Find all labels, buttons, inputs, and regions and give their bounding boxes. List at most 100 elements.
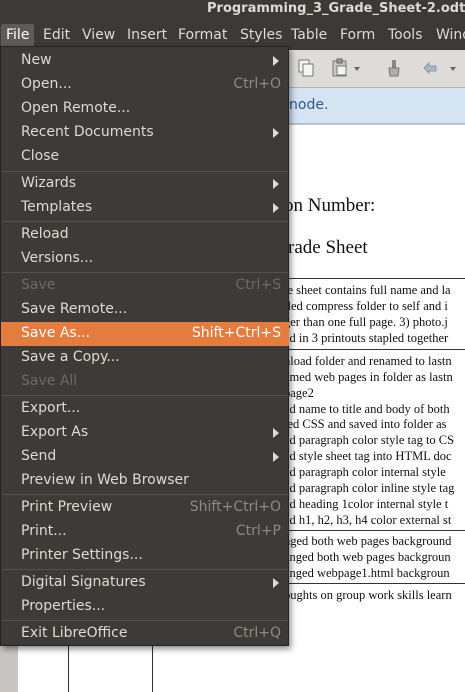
menu-item-label: Recent Documents [21,124,154,140]
doc-line: anged both web pages backgroun [284,550,451,564]
menu-item-label: Digital Signatures [21,574,146,590]
table-rule [270,349,465,350]
menu-item-recent-documents[interactable]: Recent Documents [1,121,289,145]
menu-item-label: Save [21,277,56,293]
menu-separator [2,494,288,495]
paste-icon[interactable] [330,58,350,78]
menu-file[interactable]: File [1,24,35,46]
menu-item-shortcut: Ctrl+S [235,277,281,293]
menu-item-save: Save Ctrl+S [1,274,289,298]
doc-line: ed h1, h2, h3, h4 color external st [284,513,452,527]
submenu-arrow-icon [273,578,279,588]
file-menu: New Open... Ctrl+O Open Remote... Recent… [0,46,289,646]
menu-item-print-preview[interactable]: Print Preview Shift+Ctrl+O [1,496,289,520]
title-bar: Programming_3_Grade_Sheet-2.odt ( [0,0,465,20]
menu-item-save-as[interactable]: Save As... Shift+Ctrl+S [1,322,289,346]
undo-dropdown-icon[interactable] [448,58,458,78]
menu-separator [2,272,288,273]
menu-item-label: Export... [21,400,81,416]
menu-item-templates[interactable]: Templates [1,196,289,220]
doc-line: anged webpage1.html backgroun [284,566,450,580]
infobar-text: node. [289,97,329,113]
doc-line: nload folder and renamed to lastn [284,354,452,368]
menu-item-shortcut: Shift+Ctrl+S [191,325,281,341]
menu-item-label: Wizards [21,175,77,191]
menu-item-label: Exit LibreOffice [21,625,128,641]
paste-dropdown-icon[interactable] [352,58,362,78]
menu-item-label: Print Preview [21,499,113,515]
doc-line: oughts on group work skills learn [284,588,452,602]
menu-item-exit-libreoffice[interactable]: Exit LibreOffice Ctrl+Q [1,622,289,646]
menu-separator [2,395,288,396]
menu-item-reload[interactable]: Reload [1,223,289,247]
doc-line: ted CSS and saved into folder as [284,417,447,431]
menu-item-print[interactable]: Print... Ctrl+P [1,520,289,544]
doc-heading-grade-sheet: rade Sheet [288,237,368,258]
menu-view[interactable]: View [77,24,120,46]
menu-item-label: New [21,52,52,68]
menu-item-label: Save Remote... [21,301,128,317]
doc-line: iled compress folder to self and i [284,299,448,313]
menu-item-printer-settings[interactable]: Printer Settings... [1,544,289,568]
doc-line: ed paragraph color internal style [284,465,446,479]
menu-form[interactable]: Form [335,24,380,46]
menu-item-label: Print... [21,523,67,539]
menu-item-open[interactable]: Open... Ctrl+O [1,73,289,97]
table-rule [270,530,465,531]
doc-line: ger than one full page. 3) photo.j [284,315,448,329]
menu-styles[interactable]: Styles [235,24,287,46]
menu-window[interactable]: Wind [431,24,465,46]
table-rule [270,583,465,584]
submenu-arrow-icon [273,128,279,138]
menu-edit[interactable]: Edit [38,24,75,46]
menu-item-label: Save All [21,373,78,389]
menu-item-send[interactable]: Send [1,445,289,469]
menu-table[interactable]: Table [286,24,332,46]
menu-item-open-remote[interactable]: Open Remote... [1,97,289,121]
copy-icon[interactable] [296,58,316,78]
menu-item-export[interactable]: Export... [1,397,289,421]
menu-item-export-as[interactable]: Export As [1,421,289,445]
menu-item-versions[interactable]: Versions... [1,247,289,271]
menu-item-save-remote[interactable]: Save Remote... [1,298,289,322]
menu-item-label: Versions... [21,250,94,266]
menu-item-save-a-copy[interactable]: Save a Copy... [1,346,289,370]
menu-item-label: Properties... [21,598,106,614]
menu-item-shortcut: Ctrl+P [235,523,281,539]
undo-icon[interactable] [420,58,440,78]
menu-item-properties[interactable]: Properties... [1,595,289,619]
menu-item-label: Save As... [21,325,91,341]
window-title: Programming_3_Grade_Sheet-2.odt ( [207,1,465,16]
menu-insert[interactable]: Insert [122,24,172,46]
menu-tools[interactable]: Tools [383,24,428,46]
menu-item-label: Preview in Web Browser [21,472,189,488]
menu-item-shortcut: Ctrl+Q [233,625,281,641]
menu-separator [2,620,288,621]
menu-item-wizards[interactable]: Wizards [1,172,289,196]
doc-line: ed in 3 printouts stapled together [284,331,449,345]
menu-item-save-all: Save All [1,370,289,394]
menu-item-label: Open... [21,76,72,92]
menu-item-label: Close [21,148,60,164]
submenu-arrow-icon [273,203,279,213]
menu-item-new[interactable]: New [1,49,289,73]
menu-item-label: Save a Copy... [21,349,120,365]
menu-item-label: Reload [21,226,69,242]
menu-item-preview-in-web-browser[interactable]: Preview in Web Browser [1,469,289,493]
menu-separator [2,569,288,570]
menu-item-label: Export As [21,424,89,440]
menu-item-close[interactable]: Close [1,145,289,169]
menu-item-label: Open Remote... [21,100,131,116]
doc-line: ed heading 1color internal style t [284,497,449,511]
menu-item-label: Send [21,448,57,464]
submenu-arrow-icon [273,428,279,438]
menu-item-label: Templates [21,199,93,215]
submenu-arrow-icon [273,452,279,462]
clone-formatting-icon[interactable] [384,58,404,78]
menu-format[interactable]: Format [173,24,232,46]
submenu-arrow-icon [273,179,279,189]
menu-item-shortcut: Shift+Ctrl+O [189,499,281,515]
doc-heading-number: on Number: [284,195,376,216]
menu-item-digital-signatures[interactable]: Digital Signatures [1,571,289,595]
doc-line: ed paragraph color inline style tag [284,481,455,495]
